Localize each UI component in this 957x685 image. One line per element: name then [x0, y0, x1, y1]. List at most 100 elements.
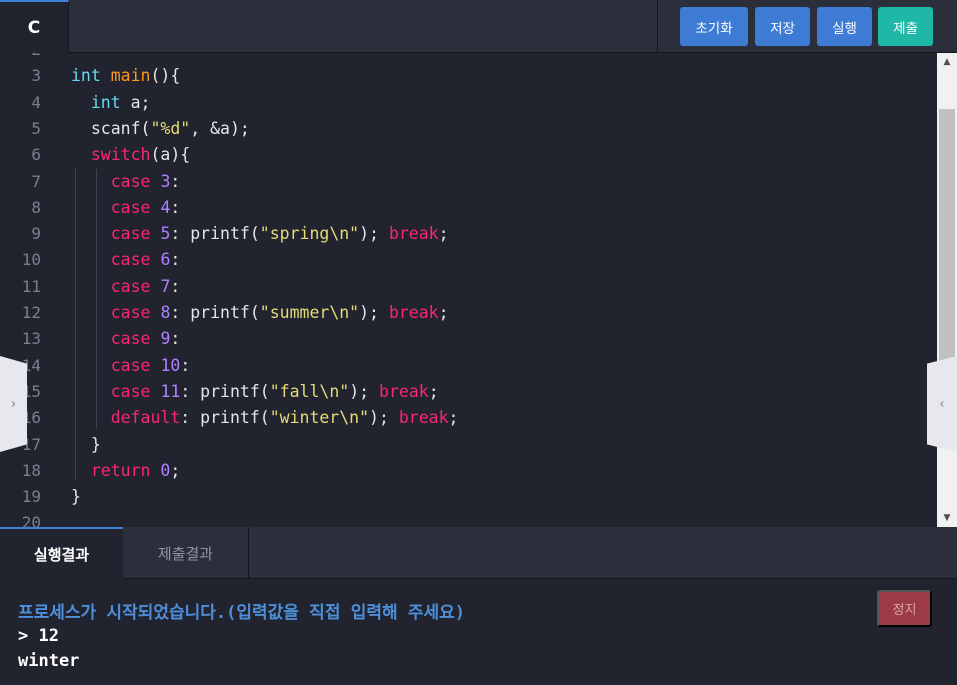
- line-number: 2: [1, 53, 41, 63]
- keyword: break: [388, 303, 439, 322]
- code-line[interactable]: case 11: printf("fall\n"); break;: [71, 379, 439, 405]
- code-line[interactable]: case 3:: [71, 169, 181, 195]
- code-text: ;: [438, 303, 449, 322]
- line-number: 7: [31, 171, 41, 191]
- keyword: case: [110, 250, 151, 270]
- code-text: ;: [428, 381, 439, 401]
- result-tab-bar: 실행결과 제출결과: [0, 527, 957, 579]
- code-text: :: [170, 276, 181, 296]
- line-number: 5: [31, 118, 41, 138]
- function-name: main: [110, 66, 151, 86]
- code-text: );: [369, 408, 399, 428]
- tab-language-c[interactable]: C: [0, 0, 69, 53]
- code-text: : printf(: [180, 381, 270, 401]
- tab-run-result[interactable]: 실행결과: [0, 527, 123, 579]
- code-line[interactable]: case 5: printf("spring\n"); break;: [71, 221, 449, 247]
- code-line[interactable]: }: [71, 432, 101, 458]
- string-literal: "fall\n": [269, 381, 350, 401]
- line-number: 3: [31, 66, 41, 86]
- code-line[interactable]: case 7:: [71, 274, 181, 300]
- submit-button[interactable]: 제출: [878, 7, 933, 46]
- triangle-up-icon[interactable]: ▲: [937, 53, 957, 71]
- keyword: switch: [90, 145, 151, 165]
- type-keyword: int: [90, 92, 121, 112]
- line-number: 11: [21, 276, 41, 296]
- console-output[interactable]: 프로세스가 시작되었습니다.(입력값을 직접 입력해 주세요) > 12 win…: [0, 579, 957, 685]
- code-text: : printf(: [170, 303, 260, 322]
- code-editor[interactable]: 234567891011121314151617181920 int main(…: [0, 53, 937, 527]
- keyword: case: [110, 329, 151, 349]
- chevron-right-icon: ›: [10, 396, 17, 412]
- keyword: case: [110, 355, 151, 375]
- line-number: 13: [21, 329, 41, 349]
- chevron-left-icon: ‹: [939, 396, 945, 412]
- code-line[interactable]: case 9:: [71, 326, 181, 352]
- line-number: 18: [21, 460, 41, 480]
- string-literal: "winter\n": [269, 408, 370, 428]
- code-line[interactable]: int main(){: [71, 63, 180, 89]
- code-text: , &a);: [190, 118, 250, 138]
- code-line[interactable]: int a;: [71, 90, 151, 116]
- keyword: break: [398, 408, 449, 428]
- code-text: :: [180, 355, 191, 375]
- code-line[interactable]: switch(a){: [71, 142, 190, 168]
- code-line[interactable]: case 6:: [71, 247, 181, 273]
- code-line[interactable]: case 10:: [71, 353, 191, 379]
- code-line[interactable]: scanf("%d", &a);: [71, 116, 250, 142]
- code-line[interactable]: }: [71, 484, 81, 510]
- code-text: :: [170, 197, 181, 217]
- stop-button[interactable]: 정지: [877, 590, 932, 627]
- editor-toolbar: C 초기화 저장 실행 제출: [0, 0, 957, 53]
- string-literal: "spring\n": [259, 224, 360, 244]
- code-line[interactable]: case 8: printf("summer\n"); break;: [71, 300, 449, 326]
- number-literal: 3: [160, 171, 171, 191]
- code-text: (){: [150, 66, 181, 86]
- code-line[interactable]: case 4:: [71, 195, 181, 221]
- number-literal: 10: [160, 355, 181, 375]
- editor-scrollbar[interactable]: ▲ ▼: [937, 53, 957, 527]
- keyword: case: [110, 224, 151, 244]
- code-line[interactable]: default: printf("winter\n"); break;: [71, 405, 459, 431]
- code-text: :: [170, 250, 181, 270]
- console-message: 프로세스가 시작되었습니다.(입력값을 직접 입력해 주세요): [18, 603, 466, 623]
- number-literal: 8: [160, 303, 171, 322]
- code-text: }: [71, 487, 81, 507]
- tab-submit-result[interactable]: 제출결과: [123, 527, 249, 579]
- save-button[interactable]: 저장: [755, 7, 810, 46]
- code-text: scanf(: [71, 118, 151, 138]
- code-text: );: [359, 224, 389, 244]
- keyword: case: [110, 381, 151, 401]
- code-text: }: [71, 434, 101, 454]
- code-text: ;: [170, 460, 181, 480]
- type-keyword: int: [71, 66, 101, 86]
- run-button[interactable]: 실행: [817, 7, 872, 46]
- reset-button[interactable]: 초기화: [680, 7, 748, 46]
- line-number: 10: [21, 250, 41, 270]
- right-panel-toggle[interactable]: ‹: [927, 356, 957, 452]
- number-literal: 0: [160, 460, 171, 480]
- left-panel-toggle[interactable]: ›: [0, 356, 27, 452]
- code-text: : printf(: [180, 408, 270, 428]
- triangle-down-icon[interactable]: ▼: [937, 509, 957, 527]
- keyword: case: [110, 303, 151, 322]
- toolbar-button-group: 초기화 저장 실행 제출: [657, 0, 957, 53]
- console-output-line: winter: [18, 651, 80, 671]
- code-line[interactable]: return 0;: [71, 458, 180, 484]
- code-text: a;: [120, 92, 151, 112]
- line-number: 9: [31, 224, 41, 244]
